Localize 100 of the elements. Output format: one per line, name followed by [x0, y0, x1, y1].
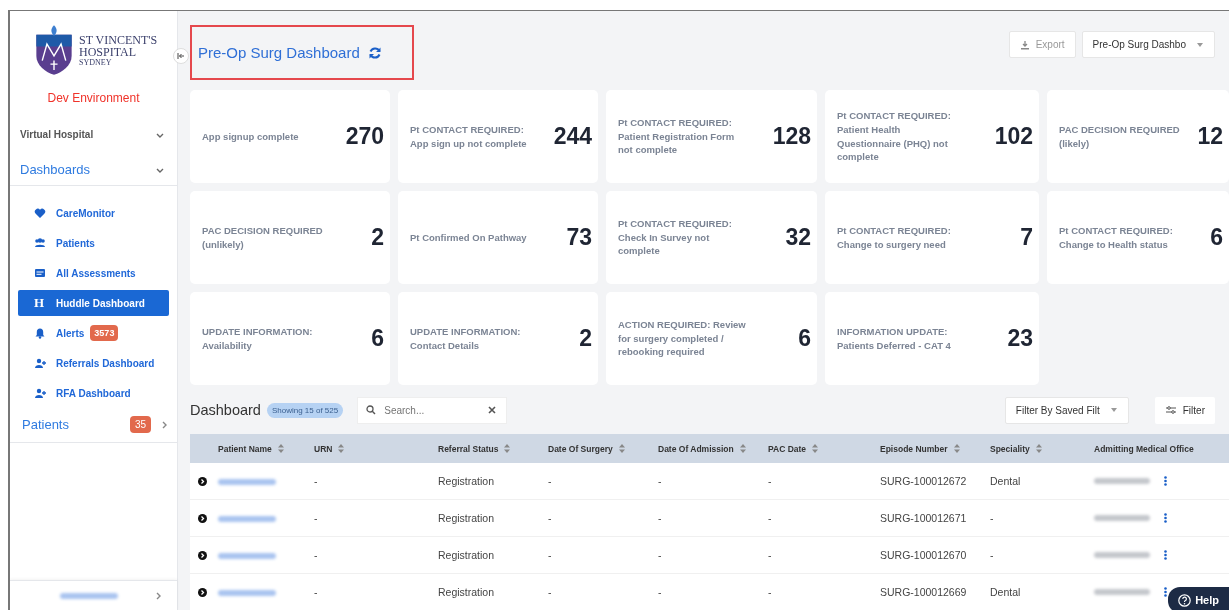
search-input[interactable]: Search... [382, 403, 483, 417]
column-header[interactable]: Speciality [990, 443, 1094, 454]
nav-item[interactable]: H Huddle Dashboard [18, 290, 169, 316]
expand-icon[interactable] [198, 513, 207, 523]
table-cell-text: - [658, 512, 663, 524]
close-icon[interactable] [488, 406, 497, 414]
stat-card[interactable]: INFORMATION UPDATE: Patients Deferred - CAT 4 23 [825, 292, 1039, 386]
more-icon[interactable] [1164, 550, 1167, 560]
count-badge: Showing 15 of 525 [266, 402, 344, 418]
expand-icon[interactable] [198, 587, 207, 597]
saved-filter-dropdown[interactable]: Filter By Saved Filt [1004, 396, 1129, 424]
sort-icon [618, 444, 625, 453]
stat-card[interactable]: Pt CONTACT REQUIRED: Change to surgery need 7 [825, 191, 1039, 285]
section-title: Dashboard [190, 402, 261, 418]
card-label: PAC DECISION REQUIRED (likely) [1059, 122, 1181, 151]
card-value: 6 [798, 325, 811, 353]
card-value: 12 [1197, 123, 1223, 151]
card-label: UPDATE INFORMATION: Contact Details [410, 324, 522, 353]
card-label: Pt CONTACT REQUIRED: Change to surgery need [837, 223, 952, 252]
card-value: 6 [371, 325, 384, 353]
stat-card[interactable]: PAC DECISION REQUIRED (unlikely) 2 [190, 191, 390, 285]
stat-card[interactable]: Pt CONTACT REQUIRED: Patient Health Questionnaire (PHQ) not complete 102 [825, 90, 1039, 184]
hospital-crest-icon [34, 25, 74, 75]
nav-item[interactable]: Alerts 3573 [18, 320, 169, 346]
table-cell-text: - [768, 475, 773, 487]
stat-card[interactable]: ACTION REQUIRED: Review for surgery completed / rebooking required 6 [606, 292, 817, 386]
caret-icon [1196, 41, 1204, 48]
nav-item[interactable]: RFA Dashboard [18, 380, 169, 406]
stat-card[interactable]: Pt CONTACT REQUIRED: App sign up not complete 244 [398, 90, 598, 184]
redacted-text [1094, 552, 1150, 558]
card-label: Pt CONTACT REQUIRED: Change to Health status [1059, 223, 1174, 252]
stat-card[interactable]: Pt CONTACT REQUIRED: Check In Survey not complete 32 [606, 191, 817, 285]
redacted-text [1094, 589, 1150, 595]
table-cell-text: - [990, 549, 995, 561]
nav-section[interactable]: Virtual Hospital [10, 129, 177, 140]
nav-item[interactable]: Referrals Dashboard [18, 350, 169, 376]
column-header[interactable]: Admitting Medical Office [1094, 443, 1229, 454]
table-cell-text: - [768, 549, 773, 561]
logo-text: HOSPITAL [79, 45, 138, 58]
column-header[interactable]: Patient Name [218, 443, 314, 454]
expand-icon[interactable] [198, 476, 207, 486]
help-button[interactable]: Help [1168, 587, 1229, 610]
nav-section[interactable]: Dashboards [10, 162, 177, 186]
card-value: 6 [1210, 224, 1223, 252]
more-icon[interactable] [1164, 587, 1167, 597]
collapse-sidebar-icon[interactable] [173, 48, 189, 64]
expand-icon[interactable] [198, 550, 207, 560]
card-value: 128 [772, 123, 811, 151]
table-cell-text: - [990, 512, 995, 524]
nav-section[interactable]: Patients 35 [10, 410, 177, 443]
column-header[interactable]: PAC Date [768, 443, 880, 454]
card-value: 270 [345, 123, 384, 151]
card-label: App signup complete [202, 129, 299, 144]
redacted-text [218, 553, 276, 559]
stat-card[interactable]: UPDATE INFORMATION: Availability 6 [190, 292, 390, 386]
card-value: 23 [1007, 325, 1033, 353]
table-cell-text: Registration [438, 549, 496, 561]
redacted-text [218, 479, 276, 485]
table-cell-text: SURG-100012672 [880, 475, 968, 487]
stat-card[interactable]: UPDATE INFORMATION: Contact Details 2 [398, 292, 598, 386]
sort-icon [812, 444, 819, 453]
more-icon[interactable] [1164, 513, 1167, 523]
more-icon[interactable] [1164, 476, 1167, 486]
column-header[interactable]: Episode Number [880, 443, 990, 454]
help-icon [1178, 593, 1192, 607]
column-header[interactable]: Date Of Surgery [548, 443, 658, 454]
table-cell-text: - [768, 586, 773, 598]
stat-card[interactable]: Pt CONTACT REQUIRED: Patient Registration Form not complete 128 [606, 90, 817, 184]
sort-icon [953, 444, 960, 453]
stat-card[interactable]: Pt CONTACT REQUIRED: Change to Health status 6 [1047, 191, 1229, 285]
stat-card[interactable]: Pt Confirmed On Pathway 73 [398, 191, 598, 285]
table-cell-text: - [314, 586, 319, 598]
table-cell-text: SURG-100012671 [880, 512, 968, 524]
dashboard-dropdown[interactable]: Pre-Op Surg Dashbo [1081, 31, 1215, 58]
user-plus-icon [34, 357, 46, 369]
download-icon [1019, 39, 1030, 50]
card-value: 73 [566, 224, 592, 252]
card-label: INFORMATION UPDATE: Patients Deferred - CAT 4 [837, 324, 952, 353]
table-cell-text: Dental [990, 475, 1022, 487]
redacted-text [1094, 478, 1150, 484]
card-label: Pt CONTACT REQUIRED: App sign up not complete [410, 122, 528, 151]
logo-text: ST VINCENT'S [79, 33, 158, 46]
table-cell-text: - [658, 549, 663, 561]
card-value: 32 [785, 224, 811, 252]
search-field[interactable]: Search... [357, 396, 508, 424]
filter-button[interactable]: Filter [1154, 396, 1215, 424]
column-header[interactable]: Referral Status [438, 443, 548, 454]
count-badge: 3573 [90, 325, 119, 341]
card-value: 2 [371, 224, 384, 252]
stat-card[interactable]: App signup complete 270 [190, 90, 390, 184]
count-badge: 35 [129, 416, 151, 433]
column-header[interactable]: URN [314, 443, 438, 454]
refresh-icon[interactable] [367, 45, 382, 60]
redacted-text [218, 590, 276, 596]
nav-item[interactable]: Patients [18, 230, 169, 256]
stat-card[interactable]: PAC DECISION REQUIRED (likely) 12 [1047, 90, 1229, 184]
card-label: ACTION REQUIRED: Review for surgery completed / rebooking required [618, 317, 746, 360]
nav-item[interactable]: CareMonitor [18, 200, 169, 226]
column-header[interactable]: Date Of Admission [658, 443, 768, 454]
nav-item[interactable]: All Assessments [18, 260, 169, 286]
